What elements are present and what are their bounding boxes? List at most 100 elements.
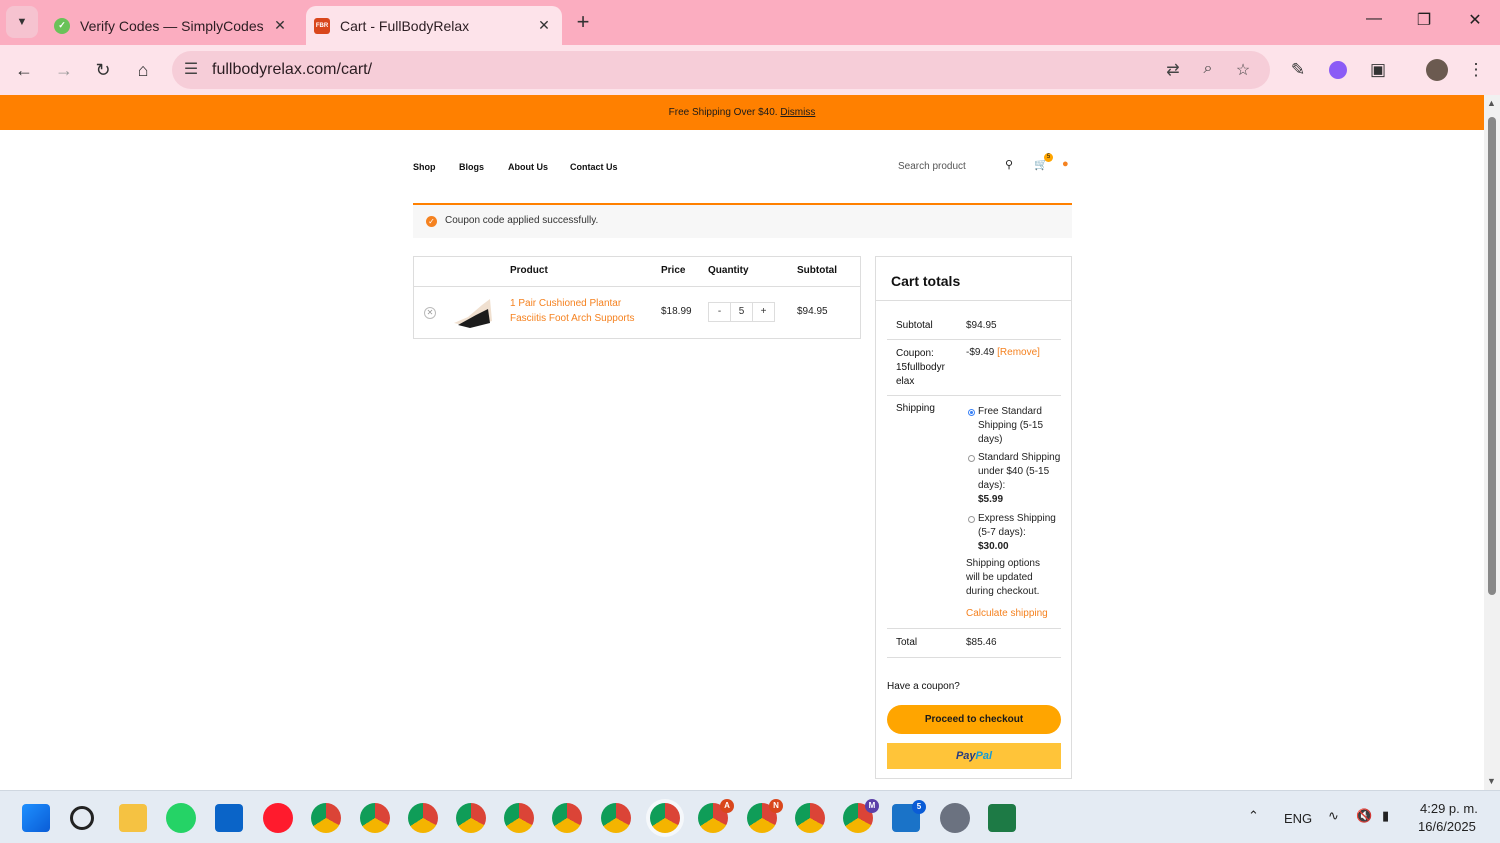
shipping-option-standard[interactable]: Standard Shipping under $40 (5-15 days):… (966, 451, 1061, 507)
home-icon[interactable]: ⌂ (130, 57, 156, 83)
extensions-puzzle-icon[interactable]: ▣ (1365, 57, 1391, 83)
restore-icon[interactable]: ❐ (1409, 10, 1439, 34)
clock-time[interactable]: 4:29 p. m. (1420, 801, 1478, 816)
radio-unselected[interactable] (968, 455, 975, 462)
quantity-stepper[interactable]: - 5 + (708, 302, 775, 322)
notice-message: Coupon code applied successfully. (445, 215, 599, 226)
settings-gear-icon[interactable] (940, 803, 970, 833)
language-indicator[interactable]: ENG (1284, 811, 1312, 826)
page-scrollbar[interactable]: ▲ ▼ (1484, 95, 1500, 790)
calculate-shipping-link[interactable]: Calculate shipping (966, 608, 1048, 619)
close-tab-icon[interactable]: ✕ (534, 17, 554, 34)
chrome-active-icon[interactable] (650, 803, 680, 833)
tab-search-button[interactable]: ▼ (6, 6, 38, 38)
minimize-icon[interactable]: — (1359, 10, 1389, 34)
battery-icon[interactable]: ▮ (1382, 808, 1389, 824)
qty-minus-button[interactable]: - (709, 303, 730, 321)
bookmark-star-icon[interactable]: ☆ (1232, 60, 1254, 82)
scrollbar-thumb[interactable] (1488, 117, 1496, 595)
whatsapp-icon[interactable] (166, 803, 196, 833)
chrome-profile-icon[interactable]: N (747, 799, 783, 833)
zoom-icon[interactable]: ⌕ (1197, 60, 1219, 82)
chevron-up-icon[interactable]: ⌃ (1248, 808, 1259, 824)
paypal-button[interactable]: PayPal (887, 743, 1061, 769)
nav-shop[interactable]: Shop (413, 162, 436, 172)
tab-fullbodyrelax[interactable]: FBR Cart - FullBodyRelax ✕ (306, 6, 562, 45)
translate-icon[interactable]: ⇄ (1162, 60, 1184, 82)
account-icon[interactable]: ● (1062, 158, 1069, 170)
chrome-profile-icon[interactable]: A (698, 799, 734, 833)
search-icon[interactable]: ⚲ (1005, 158, 1013, 171)
search-icon[interactable] (70, 806, 94, 830)
radio-selected[interactable] (968, 409, 975, 416)
file-explorer-icon[interactable] (119, 804, 147, 832)
product-name-link[interactable]: 1 Pair Cushioned Plantar Fasciitis Foot … (510, 296, 640, 326)
qty-plus-button[interactable]: + (753, 303, 774, 321)
coupon-prompt-link[interactable]: Have a coupon? (887, 681, 960, 692)
reload-icon[interactable]: ↻ (90, 57, 116, 83)
search-input[interactable]: Search product (898, 161, 966, 172)
promo-banner: Free Shipping Over $40. Dismiss (0, 95, 1484, 130)
remove-item-icon[interactable]: ✕ (424, 307, 436, 319)
scroll-up-arrow-icon[interactable]: ▲ (1487, 98, 1496, 108)
opera-icon[interactable] (263, 803, 293, 833)
new-tab-button[interactable]: + (570, 10, 596, 36)
cart-icon[interactable]: 🛒 5 (1034, 153, 1053, 171)
column-header-quantity: Quantity (708, 265, 749, 276)
coupon-remove-link[interactable]: [Remove] (997, 347, 1040, 358)
shipping-option-label: Free Standard Shipping (5-15 days) (978, 406, 1044, 445)
shipping-option-label: Standard Shipping under $40 (5-15 days): (978, 452, 1061, 491)
wifi-icon[interactable]: ∿ (1328, 808, 1339, 824)
chrome-profile-icon[interactable] (504, 803, 534, 833)
excel-icon[interactable] (988, 804, 1016, 832)
subtotal-label: Subtotal (896, 320, 933, 331)
scroll-down-arrow-icon[interactable]: ▼ (1487, 776, 1496, 786)
shipping-option-express[interactable]: Express Shipping (5-7 days): $30.00 (966, 512, 1061, 554)
check-circle-icon: ✓ (426, 216, 437, 227)
back-icon[interactable]: ← (11, 57, 37, 83)
tab-simplycodes[interactable]: ✓ Verify Codes — SimplyCodes ✕ (46, 6, 298, 45)
coupon-label: Coupon: 15fullbodyr elax (896, 348, 945, 387)
total-label: Total (896, 637, 918, 648)
proceed-to-checkout-button[interactable]: Proceed to checkout (887, 705, 1061, 734)
forward-icon[interactable]: → (51, 57, 77, 83)
edit-icon[interactable]: ✎ (1285, 57, 1311, 83)
chrome-profile-icon[interactable] (311, 803, 341, 833)
column-header-product: Product (510, 265, 548, 276)
promo-text: Free Shipping Over $40. (668, 107, 778, 118)
volume-muted-icon[interactable]: 🔇 (1356, 808, 1372, 824)
chrome-profile-icon[interactable]: M (843, 799, 879, 833)
clock-date[interactable]: 16/6/2025 (1418, 819, 1476, 834)
qty-input[interactable]: 5 (730, 303, 753, 321)
outlook-icon[interactable] (215, 804, 243, 832)
close-window-icon[interactable]: ✕ (1460, 10, 1490, 34)
profile-avatar-icon[interactable] (1424, 57, 1450, 83)
menu-kebab-icon[interactable]: ⋮ (1463, 57, 1489, 83)
tab-title: Verify Codes — SimplyCodes (80, 17, 264, 34)
radio-unselected[interactable] (968, 516, 975, 523)
product-thumbnail[interactable] (452, 295, 494, 329)
chrome-profile-icon[interactable] (360, 803, 390, 833)
extension-purple-icon[interactable] (1325, 57, 1351, 83)
notification-badge: 5 (912, 800, 926, 814)
nav-blogs[interactable]: Blogs (459, 162, 484, 172)
nav-contact-us[interactable]: Contact Us (570, 162, 618, 172)
app-icon[interactable]: 5 (892, 800, 926, 832)
dismiss-link[interactable]: Dismiss (780, 107, 815, 118)
windows-start-icon[interactable] (22, 804, 50, 832)
nav-about-us[interactable]: About Us (508, 162, 548, 172)
simplycodes-favicon-icon: ✓ (54, 17, 70, 34)
divider (887, 339, 1061, 340)
chrome-profile-icon[interactable] (408, 803, 438, 833)
address-bar[interactable]: ☰ fullbodyrelax.com/cart/ ⇄ ⌕ ☆ (172, 51, 1270, 89)
site-settings-icon[interactable]: ☰ (180, 59, 202, 81)
windows-taskbar: A N M 5 ⌃ ENG ∿ 🔇 ▮ 4:29 p. m. 16/6/2025 (0, 790, 1500, 843)
chrome-profile-icon[interactable] (456, 803, 486, 833)
divider (887, 657, 1061, 658)
chrome-profile-icon[interactable] (601, 803, 631, 833)
shipping-option-free[interactable]: Free Standard Shipping (5-15 days) (966, 405, 1061, 447)
shipping-note: Shipping options will be updated during … (966, 558, 1040, 597)
close-tab-icon[interactable]: ✕ (270, 17, 290, 34)
chrome-profile-icon[interactable] (552, 803, 582, 833)
chrome-profile-icon[interactable] (795, 803, 825, 833)
